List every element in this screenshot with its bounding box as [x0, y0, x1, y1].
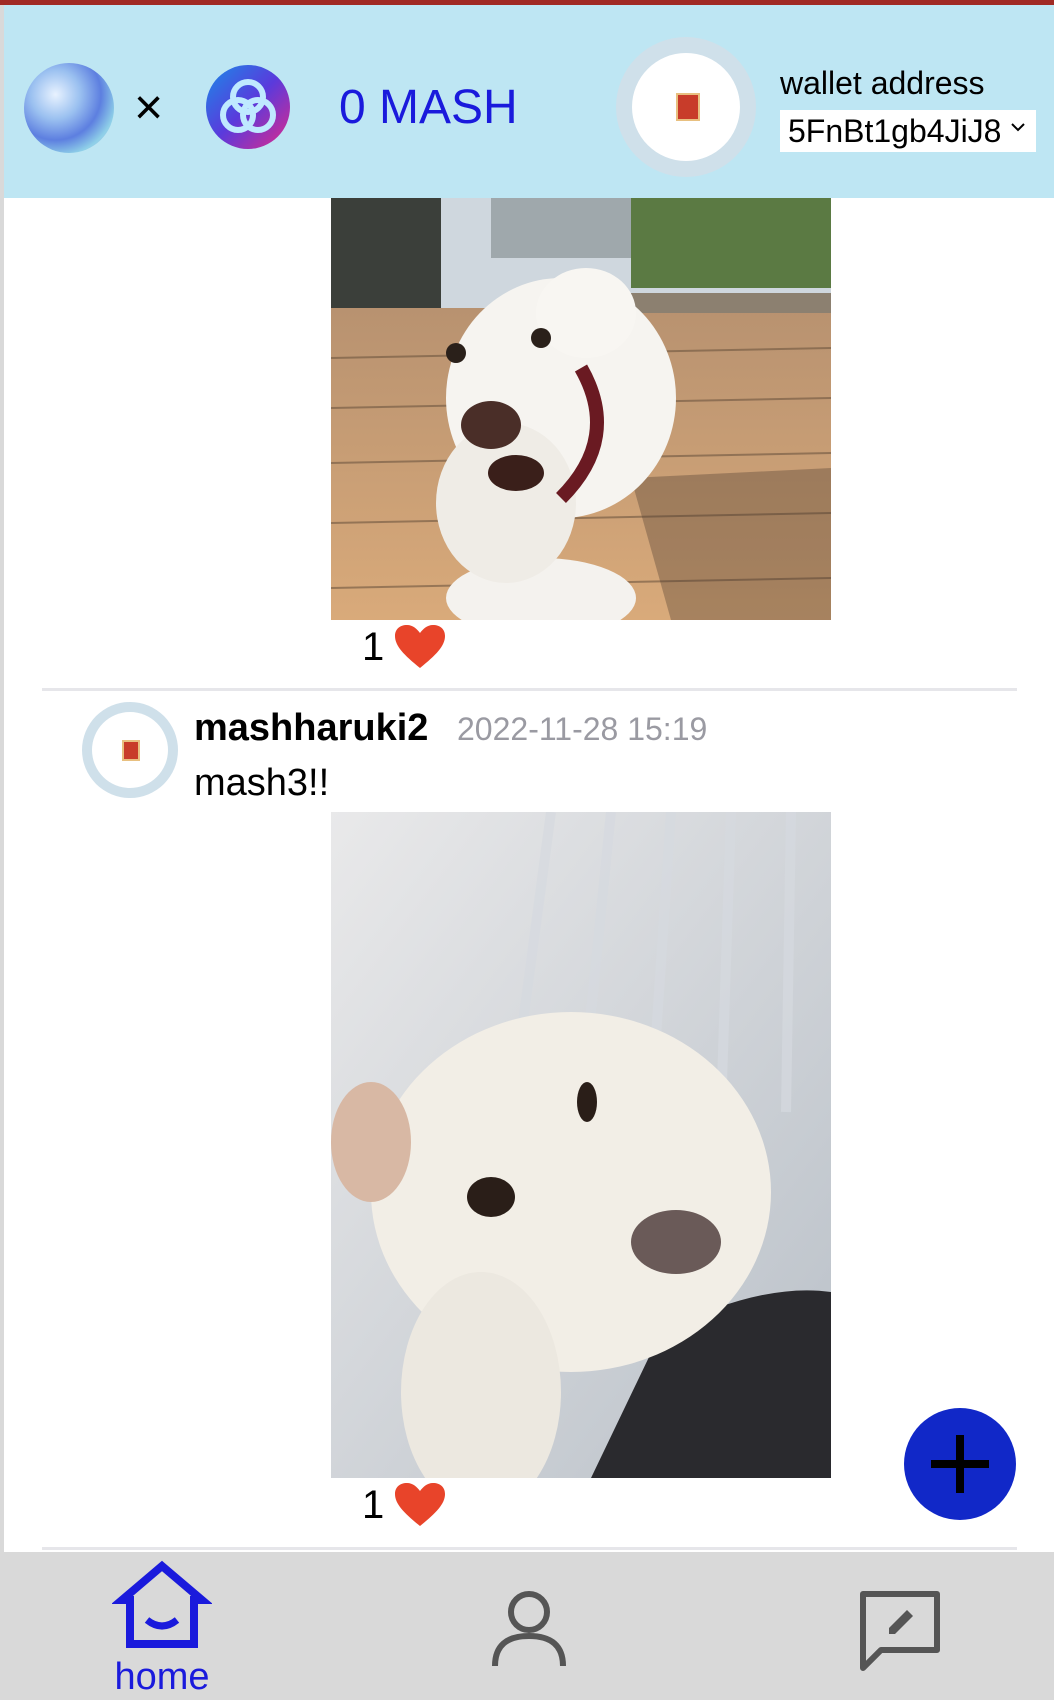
profile-icon [492, 1591, 566, 1667]
heart-icon[interactable] [394, 624, 446, 670]
plus-icon [931, 1435, 989, 1493]
post-divider [42, 1547, 1017, 1550]
like-count: 1 [362, 1482, 446, 1528]
nav-post[interactable] [859, 1590, 941, 1677]
new-post-button[interactable] [904, 1408, 1016, 1520]
nav-home[interactable]: home [111, 1560, 213, 1698]
like-count-value: 1 [362, 1482, 385, 1527]
astar-logo-icon [206, 65, 290, 149]
window-left-edge [0, 5, 4, 1700]
post-text: mash3!! [194, 762, 330, 804]
like-count-value: 1 [362, 624, 385, 669]
mash-balance: 0 MASH [339, 81, 518, 134]
app-header: × 0 MASH wallet address 5FnBt1gb4JiJ8 [4, 5, 1054, 198]
user-avatar[interactable] [616, 37, 756, 177]
post-divider [42, 688, 1017, 691]
wallet-address-label: wallet address [780, 65, 985, 101]
post-timestamp: 2022-11-28 15:19 [457, 711, 708, 747]
avatar-image [122, 740, 140, 761]
like-count: 1 [362, 624, 446, 670]
cross-symbol: × [134, 79, 164, 135]
heart-icon[interactable] [394, 1482, 446, 1528]
edit-message-icon [860, 1591, 940, 1671]
logo-icon [24, 63, 114, 153]
nav-profile[interactable] [491, 1590, 567, 1673]
home-icon [111, 1560, 213, 1648]
post-photo [331, 812, 831, 1478]
avatar-image [676, 93, 700, 121]
bottom-navigation: home [4, 1552, 1054, 1700]
wallet-address-select[interactable]: 5FnBt1gb4JiJ8 [780, 110, 1036, 152]
post-photo [331, 198, 831, 620]
post-username[interactable]: mashharuki2 [194, 707, 428, 750]
chevron-down-icon [1011, 123, 1025, 132]
post-avatar[interactable] [82, 702, 178, 798]
nav-home-label: home [114, 1656, 210, 1698]
wallet-address-value: 5FnBt1gb4JiJ8 [788, 112, 1002, 149]
